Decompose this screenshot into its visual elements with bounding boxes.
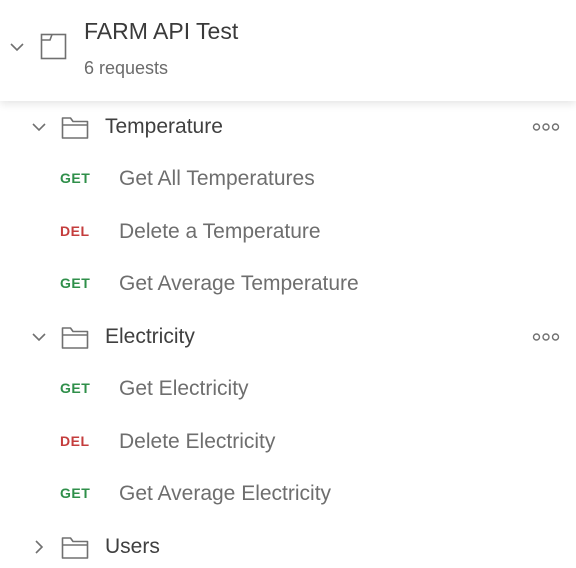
request-name: Delete a Temperature [119, 220, 321, 243]
request-name: Get Electricity [119, 377, 249, 400]
method-badge-del: DEL [60, 433, 90, 449]
request-row[interactable]: GET Get Average Electricity [0, 468, 576, 520]
folder-name: Electricity [105, 325, 195, 348]
folder-icon [61, 117, 89, 139]
more-options-icon[interactable] [532, 122, 560, 132]
request-name: Get Average Electricity [119, 482, 332, 505]
request-row[interactable]: GET Get Average Temperature [0, 258, 576, 310]
method-badge-del: DEL [60, 223, 90, 239]
folder-row-temperature[interactable]: Temperature [0, 101, 576, 153]
folder-name: Temperature [105, 115, 223, 138]
folder-name: Users [105, 535, 160, 558]
method-badge-get: GET [60, 170, 91, 186]
collection-header[interactable]: FARM API Test 6 requests [0, 0, 576, 101]
request-row[interactable]: DEL Delete Electricity [0, 416, 576, 468]
request-name: Get Average Temperature [119, 272, 359, 295]
chevron-right-icon[interactable] [30, 538, 48, 556]
more-options-icon[interactable] [532, 332, 560, 342]
request-row[interactable]: GET Get Electricity [0, 363, 576, 415]
request-row[interactable]: GET Get All Temperatures [0, 153, 576, 205]
request-name: Delete Electricity [119, 430, 276, 453]
request-name: Get All Temperatures [119, 167, 315, 190]
request-row[interactable]: DEL Delete a Temperature [0, 206, 576, 258]
chevron-down-icon[interactable] [30, 328, 48, 346]
folder-row-users[interactable]: Users [0, 521, 576, 568]
collection-icon [40, 33, 67, 60]
method-badge-get: GET [60, 380, 91, 396]
request-count: 6 requests [84, 58, 169, 78]
folder-row-electricity[interactable]: Electricity [0, 311, 576, 363]
method-badge-get: GET [60, 485, 91, 501]
collection-title: FARM API Test [84, 18, 239, 44]
chevron-down-icon[interactable] [30, 118, 48, 136]
collection-tree: Temperature GET Get All Temperatures DEL… [0, 101, 576, 568]
folder-icon [61, 327, 89, 349]
folder-icon [61, 537, 89, 559]
chevron-down-icon[interactable] [8, 38, 26, 56]
method-badge-get: GET [60, 275, 91, 291]
